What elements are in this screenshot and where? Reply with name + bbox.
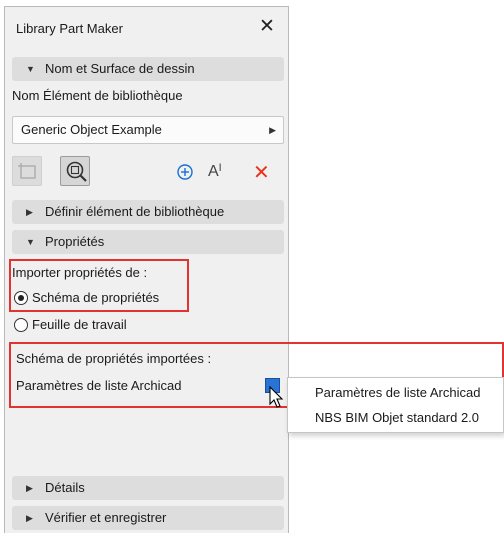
library-part-dropdown[interactable]: Generic Object Example ▶ bbox=[12, 116, 284, 144]
chevron-down-icon: ▼ bbox=[26, 237, 35, 247]
radio-schema[interactable] bbox=[14, 291, 28, 305]
window-title: Library Part Maker bbox=[16, 21, 123, 36]
delete-icon[interactable]: ✕ bbox=[253, 160, 270, 185]
chevron-right-icon: ▶ bbox=[26, 483, 33, 493]
menu-item-nbs[interactable]: NBS BIM Objet standard 2.0 bbox=[315, 410, 479, 425]
section-label: Définir élément de bibliothèque bbox=[45, 204, 225, 219]
radio-schema-label[interactable]: Schéma de propriétés bbox=[32, 290, 159, 305]
section-definir[interactable]: ▶ Définir élément de bibliothèque bbox=[12, 200, 284, 224]
section-verifier[interactable]: ▶ Vérifier et enregistrer bbox=[12, 506, 284, 530]
import-props-label: Importer propriétés de : bbox=[12, 265, 148, 280]
schema-popup-menu: Paramètres de liste Archicad NBS BIM Obj… bbox=[287, 377, 504, 433]
mouse-cursor-icon bbox=[269, 386, 284, 408]
chevron-right-icon: ▶ bbox=[26, 207, 33, 217]
section-nom-surface[interactable]: ▼ Nom et Surface de dessin bbox=[12, 57, 284, 81]
section-label: Propriétés bbox=[45, 234, 105, 249]
rect-select-icon bbox=[18, 163, 36, 179]
section-label: Nom et Surface de dessin bbox=[45, 61, 195, 76]
zoom-select-button[interactable] bbox=[60, 156, 90, 186]
rect-select-button[interactable] bbox=[12, 156, 42, 186]
schema-imported-label: Schéma de propriétés importées : bbox=[16, 351, 212, 366]
chevron-right-icon: ▶ bbox=[26, 513, 33, 523]
nom-element-label: Nom Élément de bibliothèque bbox=[12, 88, 183, 103]
dropdown-value: Generic Object Example bbox=[21, 122, 162, 137]
chevron-down-icon: ▼ bbox=[26, 64, 35, 74]
chevron-right-icon: ▶ bbox=[269, 125, 276, 135]
add-icon[interactable] bbox=[176, 163, 194, 181]
section-label: Détails bbox=[45, 480, 85, 495]
text-size-icon[interactable]: AI bbox=[208, 162, 222, 181]
section-label: Vérifier et enregistrer bbox=[45, 510, 167, 525]
radio-feuille-label[interactable]: Feuille de travail bbox=[32, 317, 127, 332]
radio-feuille[interactable] bbox=[14, 318, 28, 332]
section-proprietes[interactable]: ▼ Propriétés bbox=[12, 230, 284, 254]
zoom-select-icon bbox=[66, 161, 87, 182]
section-details[interactable]: ▶ Détails bbox=[12, 476, 284, 500]
close-icon[interactable]: ✕ bbox=[255, 15, 279, 39]
menu-item-archicad[interactable]: Paramètres de liste Archicad bbox=[315, 385, 480, 400]
schema-imported-value: Paramètres de liste Archicad bbox=[16, 378, 182, 393]
